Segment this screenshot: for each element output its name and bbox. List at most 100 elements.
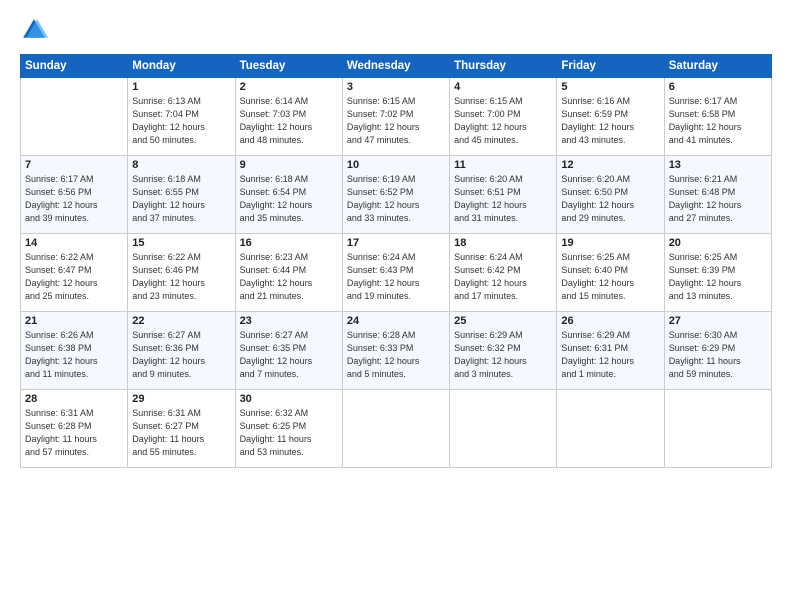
calendar-cell: 6 Sunrise: 6:17 AM Sunset: 6:58 PM Daylig…	[664, 78, 771, 156]
calendar-cell: 13 Sunrise: 6:21 AM Sunset: 6:48 PM Dayli…	[664, 156, 771, 234]
day-info: Sunrise: 6:28 AM Sunset: 6:33 PM Dayligh…	[347, 329, 445, 381]
calendar-cell: 22 Sunrise: 6:27 AM Sunset: 6:36 PM Dayli…	[128, 312, 235, 390]
day-number: 19	[561, 237, 659, 249]
calendar-cell: 1 Sunrise: 6:13 AM Sunset: 7:04 PM Daylig…	[128, 78, 235, 156]
day-number: 21	[25, 315, 123, 327]
day-info: Sunrise: 6:17 AM Sunset: 6:56 PM Dayligh…	[25, 173, 123, 225]
calendar-cell: 29Sunrise: 6:31 AM Sunset: 6:27 PM Dayli…	[128, 390, 235, 468]
day-info: Sunrise: 6:14 AM Sunset: 7:03 PM Dayligh…	[240, 95, 338, 147]
calendar-cell	[557, 390, 664, 468]
calendar-cell: 12Sunrise: 6:20 AM Sunset: 6:50 PM Dayli…	[557, 156, 664, 234]
calendar-cell: 15 Sunrise: 6:22 AM Sunset: 6:46 PM Dayli…	[128, 234, 235, 312]
calendar-cell	[664, 390, 771, 468]
day-info: Sunrise: 6:21 AM Sunset: 6:48 PM Dayligh…	[669, 173, 767, 225]
calendar-cell: 17 Sunrise: 6:24 AM Sunset: 6:43 PM Dayli…	[342, 234, 449, 312]
calendar-cell	[342, 390, 449, 468]
day-info: Sunrise: 6:15 AM Sunset: 7:02 PM Dayligh…	[347, 95, 445, 147]
header-monday: Monday	[128, 55, 235, 78]
day-info: Sunrise: 6:20 AM Sunset: 6:50 PM Dayligh…	[561, 173, 659, 225]
day-info: Sunrise: 6:27 AM Sunset: 6:35 PM Dayligh…	[240, 329, 338, 381]
calendar-cell: 16 Sunrise: 6:23 AM Sunset: 6:44 PM Dayli…	[235, 234, 342, 312]
day-number: 24	[347, 315, 445, 327]
day-info: Sunrise: 6:18 AM Sunset: 6:54 PM Dayligh…	[240, 173, 338, 225]
day-number: 1	[132, 81, 230, 93]
day-number: 16	[240, 237, 338, 249]
day-info: Sunrise: 6:30 AM Sunset: 6:29 PM Dayligh…	[669, 329, 767, 381]
calendar-cell: 5 Sunrise: 6:16 AM Sunset: 6:59 PM Daylig…	[557, 78, 664, 156]
calendar-cell: 27 Sunrise: 6:30 AM Sunset: 6:29 PM Dayli…	[664, 312, 771, 390]
day-info: Sunrise: 6:18 AM Sunset: 6:55 PM Dayligh…	[132, 173, 230, 225]
day-info: Sunrise: 6:29 AM Sunset: 6:31 PM Dayligh…	[561, 329, 659, 381]
day-info: Sunrise: 6:23 AM Sunset: 6:44 PM Dayligh…	[240, 251, 338, 303]
header-sunday: Sunday	[21, 55, 128, 78]
day-info: Sunrise: 6:17 AM Sunset: 6:58 PM Dayligh…	[669, 95, 767, 147]
day-number: 17	[347, 237, 445, 249]
calendar-cell: 9 Sunrise: 6:18 AM Sunset: 6:54 PM Daylig…	[235, 156, 342, 234]
day-number: 18	[454, 237, 552, 249]
week-row-2: 14 Sunrise: 6:22 AM Sunset: 6:47 PM Dayli…	[21, 234, 772, 312]
day-info: Sunrise: 6:15 AM Sunset: 7:00 PM Dayligh…	[454, 95, 552, 147]
day-number: 7	[25, 159, 123, 171]
week-row-0: 1 Sunrise: 6:13 AM Sunset: 7:04 PM Daylig…	[21, 78, 772, 156]
calendar-cell: 24 Sunrise: 6:28 AM Sunset: 6:33 PM Dayli…	[342, 312, 449, 390]
day-number: 27	[669, 315, 767, 327]
day-number: 6	[669, 81, 767, 93]
day-number: 29	[132, 393, 230, 405]
week-row-4: 28 Sunrise: 6:31 AM Sunset: 6:28 PM Dayli…	[21, 390, 772, 468]
day-number: 10	[347, 159, 445, 171]
day-info: Sunrise: 6:25 AM Sunset: 6:39 PM Dayligh…	[669, 251, 767, 303]
header-tuesday: Tuesday	[235, 55, 342, 78]
day-info: Sunrise: 6:24 AM Sunset: 6:43 PM Dayligh…	[347, 251, 445, 303]
day-number: 14	[25, 237, 123, 249]
week-row-3: 21 Sunrise: 6:26 AM Sunset: 6:38 PM Dayli…	[21, 312, 772, 390]
calendar-cell: 2 Sunrise: 6:14 AM Sunset: 7:03 PM Daylig…	[235, 78, 342, 156]
calendar-cell: 26 Sunrise: 6:29 AM Sunset: 6:31 PM Dayli…	[557, 312, 664, 390]
header-thursday: Thursday	[450, 55, 557, 78]
calendar-cell: 8 Sunrise: 6:18 AM Sunset: 6:55 PM Daylig…	[128, 156, 235, 234]
day-info: Sunrise: 6:16 AM Sunset: 6:59 PM Dayligh…	[561, 95, 659, 147]
week-row-1: 7 Sunrise: 6:17 AM Sunset: 6:56 PM Daylig…	[21, 156, 772, 234]
header-friday: Friday	[557, 55, 664, 78]
day-info: Sunrise: 6:20 AM Sunset: 6:51 PM Dayligh…	[454, 173, 552, 225]
header-wednesday: Wednesday	[342, 55, 449, 78]
day-info: Sunrise: 6:27 AM Sunset: 6:36 PM Dayligh…	[132, 329, 230, 381]
day-number: 25	[454, 315, 552, 327]
day-info: Sunrise: 6:22 AM Sunset: 6:46 PM Dayligh…	[132, 251, 230, 303]
day-number: 26	[561, 315, 659, 327]
day-info: Sunrise: 6:22 AM Sunset: 6:47 PM Dayligh…	[25, 251, 123, 303]
logo	[20, 16, 52, 44]
calendar-cell: 23 Sunrise: 6:27 AM Sunset: 6:35 PM Dayli…	[235, 312, 342, 390]
calendar-cell: 4 Sunrise: 6:15 AM Sunset: 7:00 PM Daylig…	[450, 78, 557, 156]
day-number: 3	[347, 81, 445, 93]
day-info: Sunrise: 6:32 AM Sunset: 6:25 PM Dayligh…	[240, 407, 338, 459]
day-number: 13	[669, 159, 767, 171]
calendar-cell: 30Sunrise: 6:32 AM Sunset: 6:25 PM Dayli…	[235, 390, 342, 468]
day-number: 22	[132, 315, 230, 327]
day-number: 23	[240, 315, 338, 327]
calendar-cell	[21, 78, 128, 156]
day-number: 11	[454, 159, 552, 171]
day-number: 5	[561, 81, 659, 93]
day-info: Sunrise: 6:13 AM Sunset: 7:04 PM Dayligh…	[132, 95, 230, 147]
calendar-header-row: SundayMondayTuesdayWednesdayThursdayFrid…	[21, 55, 772, 78]
day-number: 8	[132, 159, 230, 171]
day-number: 2	[240, 81, 338, 93]
day-info: Sunrise: 6:19 AM Sunset: 6:52 PM Dayligh…	[347, 173, 445, 225]
day-info: Sunrise: 6:25 AM Sunset: 6:40 PM Dayligh…	[561, 251, 659, 303]
day-number: 9	[240, 159, 338, 171]
calendar-cell: 19 Sunrise: 6:25 AM Sunset: 6:40 PM Dayli…	[557, 234, 664, 312]
day-number: 20	[669, 237, 767, 249]
day-info: Sunrise: 6:26 AM Sunset: 6:38 PM Dayligh…	[25, 329, 123, 381]
page-header	[20, 16, 772, 44]
day-number: 28	[25, 393, 123, 405]
calendar-cell: 28 Sunrise: 6:31 AM Sunset: 6:28 PM Dayli…	[21, 390, 128, 468]
day-info: Sunrise: 6:31 AM Sunset: 6:28 PM Dayligh…	[25, 407, 123, 459]
day-number: 15	[132, 237, 230, 249]
day-number: 4	[454, 81, 552, 93]
calendar-cell: 18 Sunrise: 6:24 AM Sunset: 6:42 PM Dayli…	[450, 234, 557, 312]
day-info: Sunrise: 6:24 AM Sunset: 6:42 PM Dayligh…	[454, 251, 552, 303]
calendar-cell: 21 Sunrise: 6:26 AM Sunset: 6:38 PM Dayli…	[21, 312, 128, 390]
calendar-cell: 10 Sunrise: 6:19 AM Sunset: 6:52 PM Dayli…	[342, 156, 449, 234]
calendar-table: SundayMondayTuesdayWednesdayThursdayFrid…	[20, 54, 772, 468]
calendar-cell: 25Sunrise: 6:29 AM Sunset: 6:32 PM Dayli…	[450, 312, 557, 390]
